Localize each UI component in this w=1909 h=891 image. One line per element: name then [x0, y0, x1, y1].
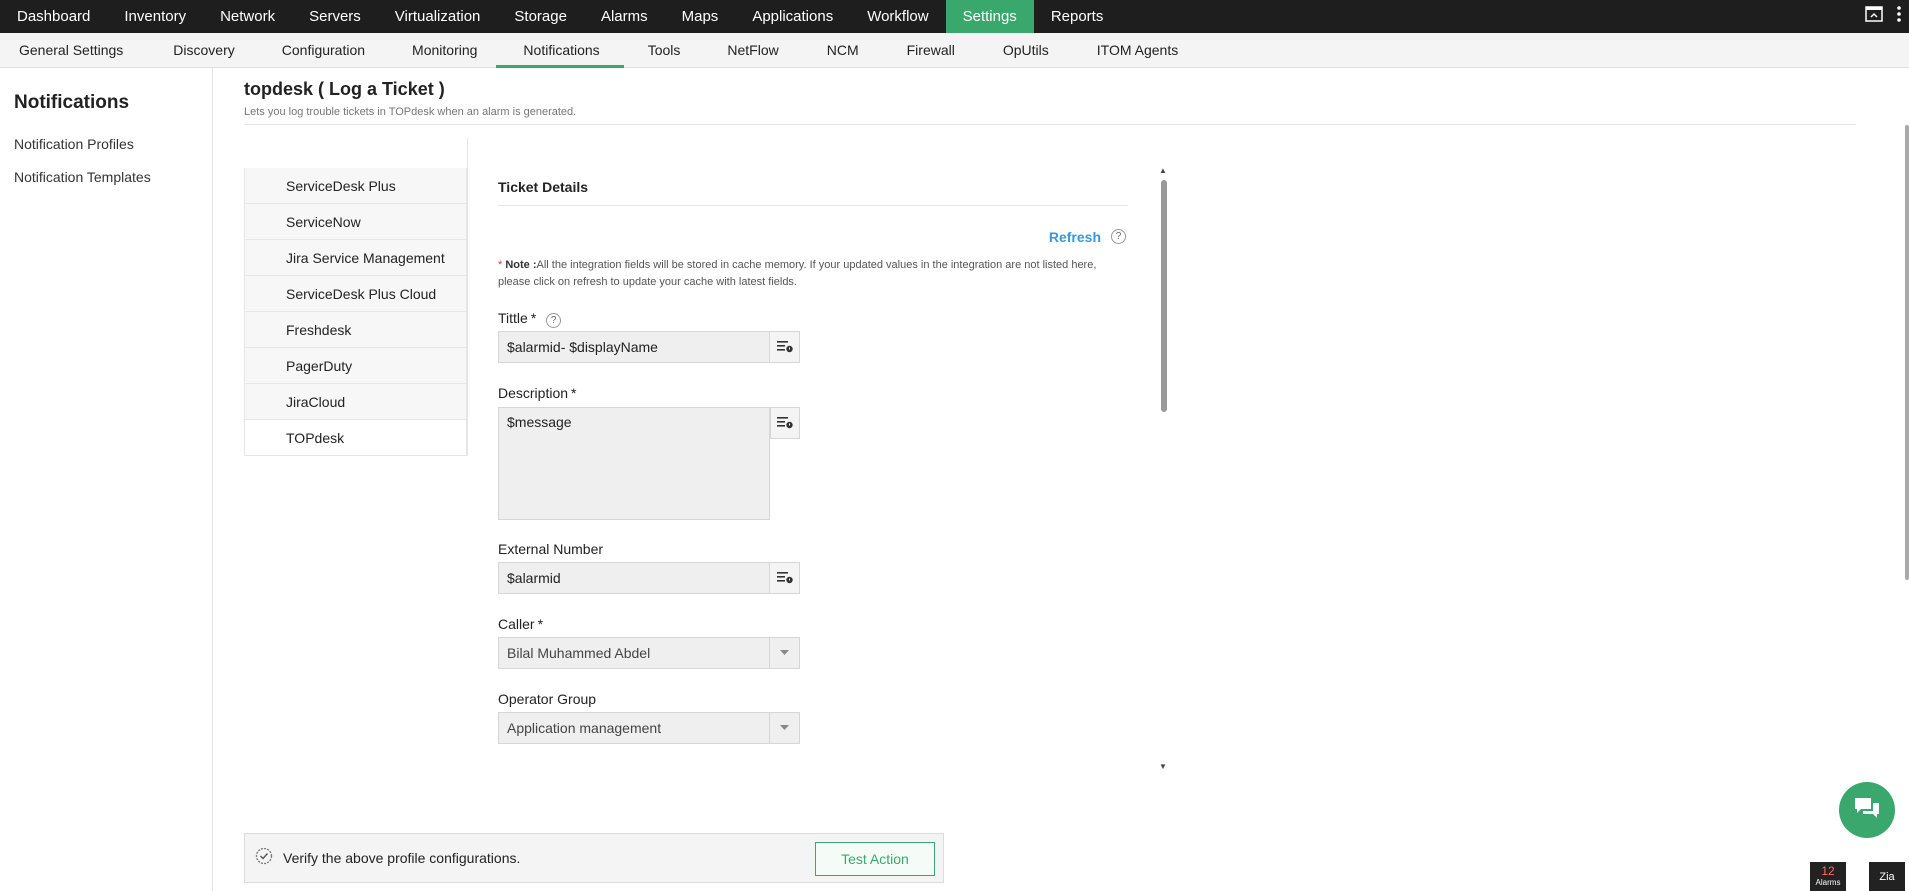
alarms-count: 12 — [1821, 864, 1835, 878]
operator-group-select-value[interactable]: Application management — [507, 720, 661, 736]
check-circle-icon — [255, 847, 273, 870]
external-number-variable-picker-icon[interactable] — [769, 563, 799, 593]
subnav-configuration[interactable]: Configuration — [254, 33, 384, 67]
subnav-tools[interactable]: Tools — [624, 33, 700, 67]
sidebar-link-notification-templates[interactable]: Notification Templates — [0, 169, 212, 185]
external-number-label: External Number — [498, 541, 604, 557]
nav-reports[interactable]: Reports — [1034, 0, 1121, 33]
page-scrollbar[interactable] — [1905, 125, 1909, 580]
operator-group-select[interactable]: Application management — [498, 712, 800, 744]
title-variable-picker-icon[interactable] — [769, 332, 799, 362]
page-subtitle: Lets you log trouble tickets in TOPdesk … — [244, 106, 577, 118]
subnav-discovery[interactable]: Discovery — [142, 33, 253, 67]
note-text: All the integration fields will be store… — [498, 259, 1097, 288]
nav-inventory[interactable]: Inventory — [107, 0, 203, 33]
integration-servicenow[interactable]: ServiceNow — [244, 204, 467, 240]
nav-network[interactable]: Network — [203, 0, 292, 33]
page-title: topdesk ( Log a Ticket ) — [244, 79, 445, 99]
chevron-down-icon[interactable] — [769, 638, 799, 668]
panel-scrollbar[interactable]: ▲ ▼ — [1159, 166, 1167, 771]
refresh-help-icon[interactable]: ? — [1111, 229, 1126, 244]
verify-bar: Verify the above profile configurations.… — [244, 833, 944, 883]
integration-topdesk[interactable]: TOPdesk — [244, 420, 467, 456]
subnav-ncm[interactable]: NCM — [798, 33, 878, 67]
sidebar-link-notification-profiles[interactable]: Notification Profiles — [0, 136, 212, 152]
subnav-oputils[interactable]: OpUtils — [974, 33, 1068, 67]
nav-storage[interactable]: Storage — [497, 0, 584, 33]
integration-list: ServiceDesk Plus ServiceNow Jira Service… — [244, 138, 468, 456]
chat-button[interactable] — [1839, 782, 1895, 838]
ticket-details-panel: Ticket Details Refresh ? * Note :All the… — [498, 170, 1128, 765]
subnav-notifications[interactable]: Notifications — [496, 33, 624, 68]
external-number-value[interactable]: $alarmid — [507, 570, 561, 586]
nav-dashboard[interactable]: Dashboard — [0, 0, 107, 33]
topnav-right-tools — [1865, 0, 1909, 33]
verify-text: Verify the above profile configurations. — [283, 850, 521, 866]
description-required-mark: * — [571, 385, 577, 401]
sub-navigation: General Settings Discovery Configuration… — [0, 33, 1909, 68]
description-label-text: Description — [498, 385, 569, 401]
test-action-button[interactable]: Test Action — [815, 842, 935, 876]
integration-freshdesk[interactable]: Freshdesk — [244, 312, 467, 348]
integration-list-border — [467, 138, 468, 168]
caller-label: Caller * — [498, 616, 543, 632]
top-navigation: Dashboard Inventory Network Servers Virt… — [0, 0, 1909, 33]
subnav-general-settings[interactable]: General Settings — [0, 33, 142, 67]
integration-jira-service-management[interactable]: Jira Service Management — [244, 240, 467, 276]
alarms-counter[interactable]: 12 Alarms — [1810, 862, 1846, 891]
more-vertical-icon[interactable] — [1897, 6, 1901, 27]
caller-label-text: Caller — [498, 616, 535, 632]
nav-alarms[interactable]: Alarms — [584, 0, 665, 33]
subnav-netflow[interactable]: NetFlow — [699, 33, 797, 67]
left-sidebar: Notifications Notification Profiles Noti… — [0, 68, 213, 891]
title-field[interactable]: $alarmid- $displayName — [498, 331, 800, 363]
scroll-down-icon[interactable]: ▼ — [1159, 762, 1167, 771]
caller-required-mark: * — [537, 616, 544, 632]
nav-workflow[interactable]: Workflow — [850, 0, 945, 33]
caller-select[interactable]: Bilal Muhammed Abdel — [498, 637, 800, 669]
ticket-details-divider — [498, 205, 1128, 206]
caller-select-value[interactable]: Bilal Muhammed Abdel — [507, 645, 650, 661]
refresh-link[interactable]: Refresh — [1049, 229, 1101, 245]
title-required-mark: * — [530, 310, 537, 326]
title-label-text: Tittle — [498, 310, 528, 326]
scroll-up-icon[interactable]: ▲ — [1159, 166, 1167, 175]
description-variable-picker-icon[interactable] — [770, 407, 800, 439]
subnav-monitoring[interactable]: Monitoring — [384, 33, 496, 67]
integration-pagerduty[interactable]: PagerDuty — [244, 348, 467, 384]
integration-servicedesk-plus[interactable]: ServiceDesk Plus — [244, 168, 467, 204]
integration-jiracloud[interactable]: JiraCloud — [244, 384, 467, 420]
header-divider — [244, 124, 1856, 125]
cache-note: * Note :All the integration fields will … — [498, 257, 1113, 291]
title-label: Tittle * ? — [498, 310, 562, 328]
subnav-firewall[interactable]: Firewall — [878, 33, 974, 67]
alarms-label: Alarms — [1815, 878, 1841, 887]
nav-settings[interactable]: Settings — [945, 0, 1034, 33]
nav-applications[interactable]: Applications — [735, 0, 850, 33]
note-star: * — [498, 259, 503, 271]
sidebar-title: Notifications — [14, 92, 130, 113]
title-field-value[interactable]: $alarmid- $displayName — [507, 339, 658, 355]
integration-servicedesk-plus-cloud[interactable]: ServiceDesk Plus Cloud — [244, 276, 467, 312]
subnav-itom-agents[interactable]: ITOM Agents — [1068, 33, 1197, 67]
operator-group-label: Operator Group — [498, 691, 597, 707]
nav-maps[interactable]: Maps — [665, 0, 736, 33]
ticket-details-heading: Ticket Details — [498, 179, 589, 195]
window-icon[interactable] — [1865, 6, 1883, 27]
nav-servers[interactable]: Servers — [292, 0, 378, 33]
external-number-field[interactable]: $alarmid — [498, 562, 800, 594]
chat-icon — [1853, 796, 1881, 825]
panel-scrollbar-thumb[interactable] — [1161, 180, 1167, 412]
zia-assistant-button[interactable]: Zia — [1869, 862, 1905, 891]
note-label: Note : — [505, 259, 537, 271]
title-help-icon[interactable]: ? — [546, 313, 562, 328]
description-textarea[interactable]: $message — [498, 407, 770, 520]
description-label: Description * — [498, 385, 576, 401]
chevron-down-icon[interactable] — [769, 713, 799, 743]
nav-virtualization[interactable]: Virtualization — [378, 0, 498, 33]
